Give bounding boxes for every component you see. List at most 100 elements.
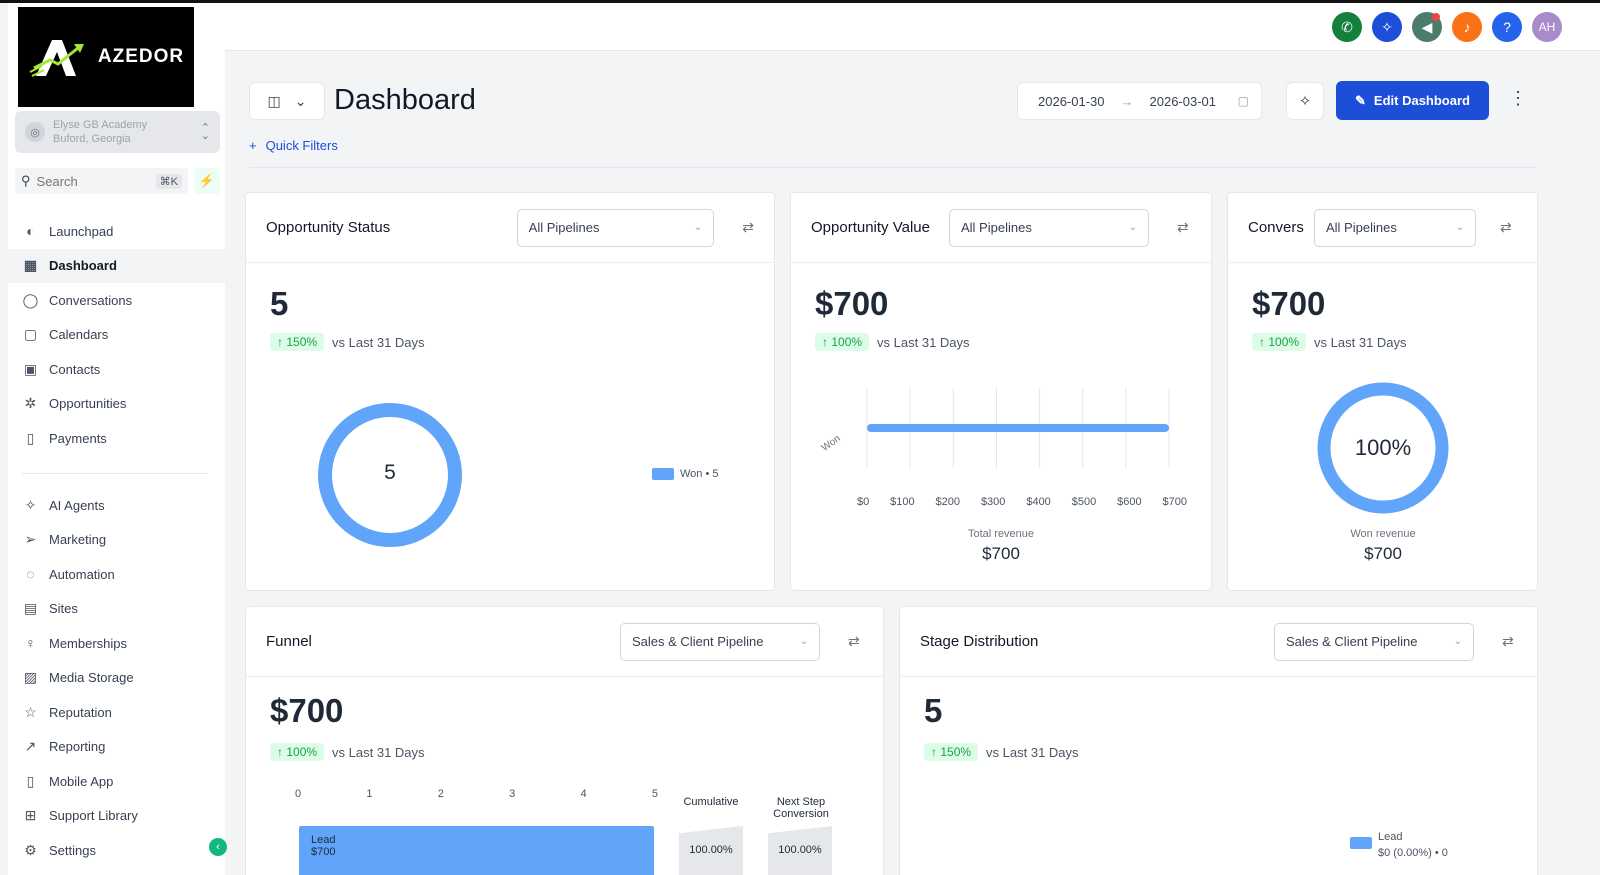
edit-dashboard-label: Edit Dashboard [1373,93,1470,108]
bar-won[interactable] [867,424,1169,432]
funnel-bar-lead[interactable]: Lead $700 [299,826,654,875]
header-actions: ✆ ✧ ◀ ♪ ? AH [1332,12,1562,42]
automation-icon: ◌ [26,566,35,583]
location-switcher[interactable]: ◎ Elyse GB Academy Buford, Georgia ⌃ ⌄ [15,111,220,153]
opp-value-bar-chart [866,388,1170,468]
sidebar-item-label: Contacts [49,361,101,377]
sidebar-item-label: Opportunities [49,396,127,412]
arrow-right-icon: → [1120,93,1134,109]
sidebar-item-contacts[interactable]: ▣ Contacts [8,352,225,387]
sidebar-item-mobile-app[interactable]: ▯ Mobile App [8,764,225,799]
cumulative-value: 100.00% [679,826,743,875]
sidebar-item-sites[interactable]: ▤ Sites [8,592,225,627]
chevron-down-icon: ⌄ [1453,636,1462,647]
megaphone-icon[interactable]: ◀ [1412,12,1442,42]
trend-row: ↑ 100% vs Last 31 Days [270,743,425,761]
trend-badge: ↑ 100% [270,743,325,761]
gear-icon: ⚙ [24,841,37,858]
notification-dot [1432,13,1440,21]
x-tick: $400 [1026,496,1051,508]
sidebar-item-label: Payments [49,430,107,446]
sidebar-item-reporting[interactable]: ↗ Reporting [8,730,225,765]
card-title: Funnel [266,633,312,650]
won-revenue: Won revenue $700 [1283,528,1483,564]
sidebar-item-support-library[interactable]: ⊞ Support Library [8,799,225,834]
sidebar-item-reputation[interactable]: ☆ Reputation [8,695,225,730]
card-header: Opportunity Value All Pipelines ⌄ ⇄ [791,193,1211,263]
sidebar-item-opportunities[interactable]: ✲ Opportunities [8,387,225,422]
search-box[interactable]: ⚲ ⌘K [15,168,188,194]
pipeline-select[interactable]: Sales & Client Pipeline ⌄ [620,622,820,661]
trend-badge: ↑ 150% [924,743,979,761]
quick-action-bolt-icon[interactable]: ⚡ [194,168,220,194]
legend-item-lead[interactable]: Lead $0 (0.00%) • 0 [1350,829,1448,861]
legend-value: $0 (0.00%) • 0 [1378,847,1448,859]
sidebar-item-ai-agents[interactable]: ✧ AI Agents [8,488,225,523]
sidebar-item-memberships[interactable]: ♀ Memberships [8,626,225,661]
layout-switcher-button[interactable]: ◫ ⌄ [249,82,325,120]
trend-label: vs Last 31 Days [332,744,425,760]
sidebar-item-label: Conversations [49,292,133,308]
legend-item-won[interactable]: Won • 5 [652,468,719,480]
pipeline-select[interactable]: Sales & Client Pipeline ⌄ [1274,622,1474,661]
select-value: All Pipelines [528,220,600,235]
pipeline-select[interactable]: All Pipelines ⌄ [516,208,715,247]
edit-dashboard-button[interactable]: ✎ Edit Dashboard [1336,81,1489,120]
metric-value: $700 [1252,285,1326,322]
sidebar-item-label: Reputation [49,704,112,720]
stage-distribution-card: Stage Distribution Sales & Client Pipeli… [899,606,1538,875]
chevron-updown-icon: ⌃ ⌄ [200,122,210,142]
plus-icon: + [249,138,257,153]
funnel-x-ticks: 0 1 2 3 4 5 [295,788,658,800]
sidebar-item-conversations[interactable]: ◯ Conversations [8,283,225,318]
phone-icon[interactable]: ✆ [1332,12,1362,42]
adjust-icon[interactable]: ⇄ [742,219,754,236]
funnel-bar-label: Lead [311,834,336,846]
trend-change: 150% [286,335,318,349]
adjust-icon[interactable]: ⇄ [1177,219,1189,236]
dashboard-icon: ▦ [23,257,38,274]
trend-change: 100% [1268,335,1300,349]
adjust-icon[interactable]: ⇄ [1502,633,1514,650]
send-icon: ➢ [24,531,37,548]
sidebar-item-automation[interactable]: ◌ Automation [8,557,225,592]
adjust-icon[interactable]: ⇄ [1500,219,1512,236]
search-shortcut: ⌘K [155,173,182,189]
sidebar-item-calendars[interactable]: ▢ Calendars [8,318,225,353]
pipeline-select[interactable]: All Pipelines ⌄ [1314,208,1476,247]
pipeline-select[interactable]: All Pipelines ⌄ [949,208,1149,247]
chevron-down-icon: ⌄ [693,222,703,233]
trend-badge: ↑ 100% [1252,333,1307,351]
select-value: Sales & Client Pipeline [632,634,764,649]
ai-magic-button[interactable]: ✧ [1286,82,1324,120]
avatar[interactable]: AH [1532,12,1562,42]
sidebar-item-marketing[interactable]: ➢ Marketing [8,523,225,558]
sidebar-item-media-storage[interactable]: ▨ Media Storage [8,661,225,696]
funnel-card: Funnel Sales & Client Pipeline ⌄ ⇄ $700 … [245,606,884,875]
more-options-icon[interactable]: ⋮ [1509,88,1527,109]
trend-icon: ↗ [24,738,37,755]
tools-icon[interactable]: ✧ [1372,12,1402,42]
adjust-icon[interactable]: ⇄ [848,633,860,650]
search-input[interactable] [36,173,137,189]
sidebar-item-label: Automation [49,566,115,582]
collapse-sidebar-button[interactable]: ‹ [209,838,227,856]
sidebar-item-label: Media Storage [49,670,134,686]
date-to: 2026-03-01 [1149,93,1217,109]
quick-filters-button[interactable]: + Quick Filters [249,138,338,153]
trend-badge: ↑ 100% [815,333,870,351]
card-title: Opportunity Status [266,219,391,236]
date-from: 2026-01-30 [1038,93,1105,109]
sidebar-item-payments[interactable]: ▯ Payments [8,421,225,456]
sidebar-item-dashboard[interactable]: ▦ Dashboard [8,248,225,283]
help-icon[interactable]: ? [1492,12,1522,42]
sidebar-item-settings[interactable]: ⚙ Settings [8,833,225,868]
x-tick: $200 [935,496,961,508]
x-tick: 2 [437,788,444,800]
date-range-picker[interactable]: 2026-01-30 → 2026-03-01 ▢ [1017,82,1262,120]
location-text: Elyse GB Academy Buford, Georgia [53,118,193,146]
bell-icon[interactable]: ♪ [1452,12,1482,42]
select-value: Sales & Client Pipeline [1286,634,1418,649]
sidebar-item-launchpad[interactable]: ◐ Launchpad [8,214,225,249]
brand-logo[interactable]: AZEDOR [18,7,194,107]
